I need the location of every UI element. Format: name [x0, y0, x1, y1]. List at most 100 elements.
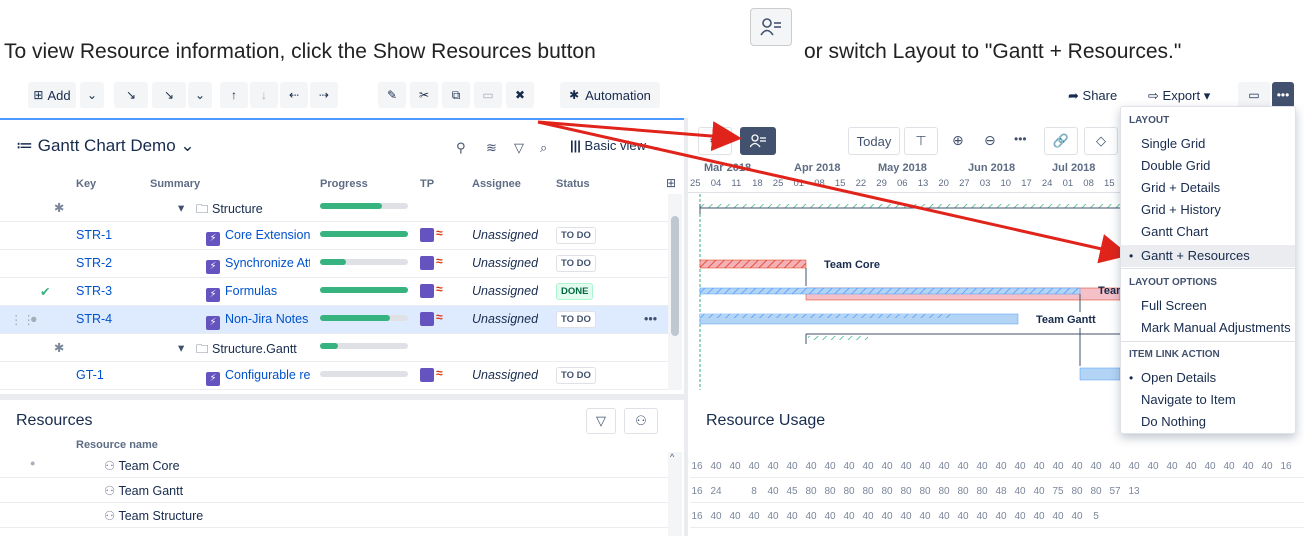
share-button[interactable]: ➦ Share [1068, 88, 1117, 104]
issue-key[interactable]: STR-4 [76, 312, 112, 326]
menu-item-open-details[interactable]: • Open Details [1121, 367, 1295, 389]
move-left-button[interactable]: ⇠ [280, 82, 308, 108]
resources-scrollbar[interactable]: ^ [668, 452, 682, 536]
resource-row[interactable]: ⚇ Team Gantt [0, 479, 682, 503]
add-button[interactable]: ⊞ Add [28, 82, 76, 108]
issue-key[interactable]: STR-1 [76, 228, 112, 242]
menu-item-gantt-resources[interactable]: • Gantt + Resources [1121, 245, 1295, 267]
status-badge[interactable]: TO DO [556, 227, 596, 244]
add-dropdown-button[interactable]: ⌄ [80, 82, 104, 108]
assignee[interactable]: Unassigned [472, 368, 538, 382]
row-summary-cell[interactable]: ⚡ Non-Jira Notes [206, 312, 310, 330]
day-label: 04 [710, 178, 722, 189]
add-column-icon[interactable]: ⊞ [666, 176, 676, 190]
chevron-down-icon[interactable]: ▾ [178, 200, 184, 215]
horizontal-divider[interactable] [0, 394, 684, 400]
col-status[interactable]: Status [556, 178, 590, 190]
col-progress[interactable]: Progress [320, 178, 368, 190]
chevron-down-icon[interactable]: ▾ [178, 340, 184, 355]
structure-title[interactable]: ≔ Gantt Chart Demo ⌄ [16, 136, 195, 156]
assignee[interactable]: Unassigned [472, 312, 538, 326]
issue-key[interactable]: GT-1 [76, 368, 104, 382]
layout-switch-button[interactable]: ▭ [1238, 82, 1270, 108]
row-more-icon[interactable]: ••• [644, 312, 657, 326]
move-right-button[interactable]: ⇢ [310, 82, 338, 108]
cut-button[interactable]: ✂ [410, 82, 438, 108]
view-selector[interactable]: ||| Basic view ⌄ [570, 138, 661, 154]
col-assignee[interactable]: Assignee [472, 178, 521, 190]
menu-item-mark-manual[interactable]: Mark Manual Adjustments [1121, 317, 1295, 339]
milestone-button[interactable]: ◇ [1084, 127, 1118, 155]
col-key[interactable]: Key [76, 178, 96, 190]
row-summary-cell[interactable]: ⚡ Configurable re [206, 368, 310, 386]
resource-name-header[interactable]: Resource name [76, 439, 158, 451]
layers-icon[interactable]: ≋ [486, 140, 497, 156]
delete-button[interactable]: ✖ [506, 82, 534, 108]
assignee[interactable]: Unassigned [472, 284, 538, 298]
assignee[interactable]: Unassigned [472, 256, 538, 270]
table-row[interactable]: ✔ STR-3 ⚡ Formulas ≈ Unassigned DONE [0, 278, 682, 306]
selected-bullet-icon: • [1129, 371, 1134, 385]
copy-button[interactable]: ⧉ [442, 82, 470, 108]
link-button[interactable]: 🔗 [1044, 127, 1078, 155]
zoom-out-icon[interactable]: ⊖ [984, 132, 996, 149]
indent-button[interactable]: ↘ [114, 82, 148, 108]
status-badge[interactable]: TO DO [556, 255, 596, 272]
table-row[interactable]: GT-1 ⚡ Configurable re ≈ Unassigned TO DO [0, 362, 682, 390]
resource-row[interactable]: ● ⚇ Team Core [0, 454, 682, 478]
gantt-settings-button[interactable]: ⚙ [698, 127, 732, 155]
pin-icon[interactable]: ⚲ [456, 140, 466, 156]
filter-icon[interactable]: ▽ [514, 140, 524, 156]
assignee[interactable]: Unassigned [472, 228, 538, 242]
scroll-to-top-button[interactable]: ⊤ [904, 127, 938, 155]
outdent-button[interactable]: ↘ [152, 82, 186, 108]
gantt-bar-str3[interactable] [699, 287, 1081, 295]
col-tp[interactable]: TP [420, 178, 434, 190]
table-row[interactable]: ✱ ▾ 🗀 Structure [0, 194, 682, 222]
more-options-button[interactable]: ••• [1272, 82, 1294, 108]
resource-row[interactable]: ⚇ Team Structure [0, 504, 682, 528]
export-button[interactable]: ⇨ Export ▾ [1148, 88, 1210, 104]
move-up-button[interactable]: ↑ [220, 82, 248, 108]
gantt-bar-gt1[interactable] [1079, 367, 1120, 381]
zoom-in-icon[interactable]: ⊕ [952, 132, 964, 149]
menu-item-double-grid[interactable]: Double Grid [1121, 155, 1295, 177]
col-summary[interactable]: Summary [150, 178, 200, 190]
scroll-up-icon[interactable]: ^ [670, 452, 674, 462]
issue-key[interactable]: STR-2 [76, 256, 112, 270]
gantt-bar-str1[interactable] [699, 259, 807, 269]
resources-filter-button[interactable]: ▽ [586, 408, 616, 434]
row-summary-cell[interactable]: ⚡ Core Extensions [206, 228, 310, 246]
table-row-selected[interactable]: ⋮⋮ ● STR-4 ⚡ Non-Jira Notes ≈ Unassigned … [0, 306, 682, 334]
edit-button[interactable]: ✎ [378, 82, 406, 108]
menu-header-layout: LAYOUT [1129, 115, 1170, 126]
issue-key[interactable]: STR-3 [76, 284, 112, 298]
menu-item-do-nothing[interactable]: Do Nothing [1121, 411, 1295, 433]
status-badge[interactable]: TO DO [556, 367, 596, 384]
row-summary-cell[interactable]: ⚡ Formulas [206, 284, 310, 302]
zoom-more-icon[interactable]: ••• [1014, 132, 1027, 146]
resources-settings-button[interactable]: ⚇ [624, 408, 658, 434]
table-row[interactable]: STR-2 ⚡ Synchronize Att ≈ Unassigned TO D… [0, 250, 682, 278]
table-row[interactable]: ✱ ▾ 🗀 Structure.Gantt [0, 334, 682, 362]
paste-button[interactable]: ▭ [474, 82, 502, 108]
grid-scrollbar[interactable] [668, 194, 682, 390]
search-icon[interactable]: ⌕ [540, 140, 547, 156]
menu-item-full-screen[interactable]: Full Screen [1121, 295, 1295, 317]
menu-item-single-grid[interactable]: Single Grid [1121, 133, 1295, 155]
menu-item-navigate[interactable]: Navigate to Item [1121, 389, 1295, 411]
status-badge[interactable]: TO DO [556, 311, 596, 328]
table-row[interactable]: STR-1 ⚡ Core Extensions ≈ Unassigned TO D… [0, 222, 682, 250]
scrollbar-thumb[interactable] [671, 216, 679, 336]
menu-item-grid-history[interactable]: Grid + History [1121, 199, 1295, 221]
status-badge[interactable]: DONE [556, 283, 594, 300]
move-dropdown-button[interactable]: ⌄ [188, 82, 212, 108]
row-summary-cell[interactable]: ⚡ Synchronize Att [206, 256, 310, 274]
move-down-button[interactable]: ↓ [250, 82, 278, 108]
gantt-bar-structure[interactable] [700, 204, 1120, 208]
automation-button[interactable]: ✱ Automation [560, 82, 660, 108]
menu-item-gantt-chart[interactable]: Gantt Chart [1121, 221, 1295, 243]
menu-item-grid-details[interactable]: Grid + Details [1121, 177, 1295, 199]
today-button[interactable]: Today [848, 127, 900, 155]
show-resources-button[interactable] [740, 127, 776, 155]
